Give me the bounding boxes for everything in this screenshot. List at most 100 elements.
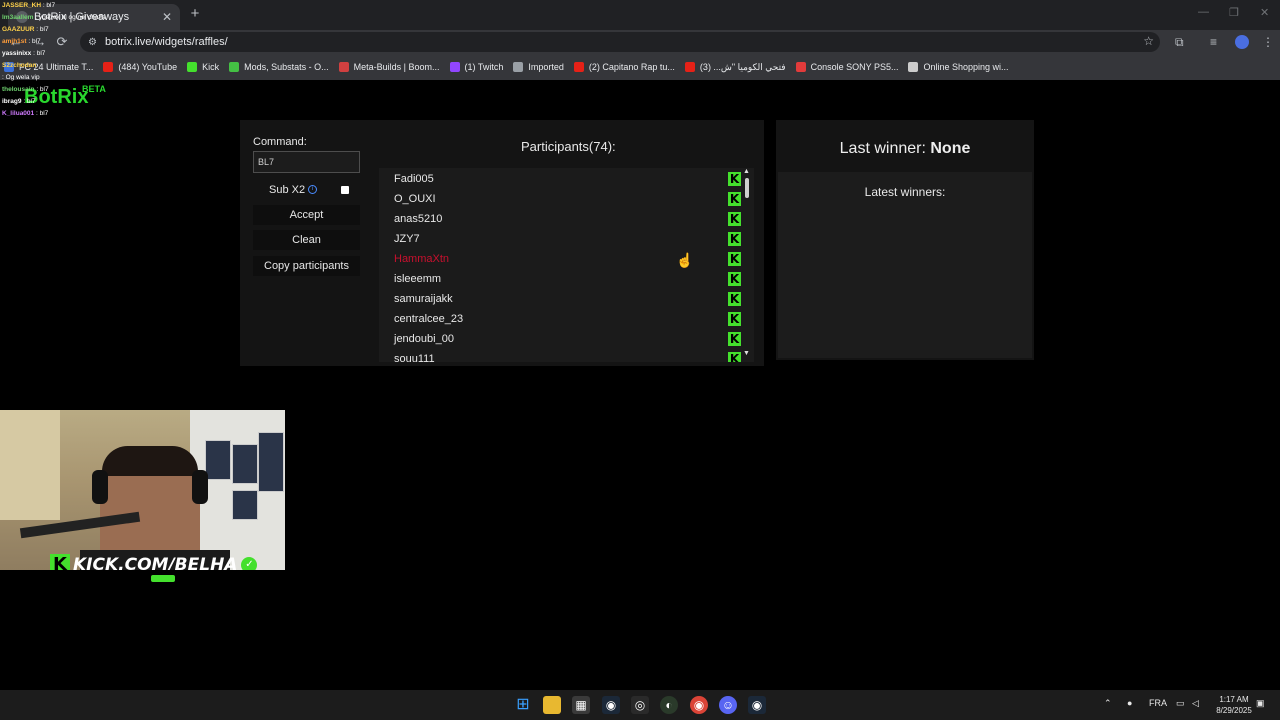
steam-icon[interactable]: ◉ <box>748 696 766 714</box>
chat-username: yassinixx <box>2 50 32 57</box>
scrollbar-thumb[interactable] <box>745 178 749 198</box>
last-winner-label: Last winner: <box>839 140 926 157</box>
bookmark-icon <box>908 62 919 72</box>
sub-x2-label: Sub X2 <box>269 184 306 196</box>
bookmark-item[interactable]: Imported <box>513 62 564 72</box>
new-tab-button[interactable]: + <box>188 6 202 22</box>
streamer-hair <box>102 446 198 476</box>
participant-row[interactable]: souu111 K <box>394 350 746 362</box>
participant-name: HammaXtn <box>394 253 450 265</box>
scroll-up-icon[interactable]: ▲ <box>743 168 750 175</box>
info-icon[interactable]: i <box>308 185 317 194</box>
participant-name: samuraijakk <box>394 293 453 305</box>
headset-left <box>92 470 108 504</box>
chat-text: : bl7 <box>26 38 41 45</box>
tab-close-icon[interactable]: ✕ <box>162 10 172 24</box>
participant-row[interactable]: Fadi005 K <box>394 170 746 190</box>
copy-participants-button[interactable]: Copy participants <box>253 256 360 276</box>
address-bar[interactable]: ⚙ botrix.live/widgets/raffles/ ☆ <box>80 32 1160 52</box>
windows-start-icon[interactable]: ⊞ <box>514 696 532 714</box>
participant-row[interactable]: centralcee_23 K <box>394 310 746 330</box>
chat-message: K_lilua001 : bl7 <box>2 108 162 120</box>
bookmark-item[interactable]: Mods, Substats - O... <box>229 62 329 72</box>
bookmark-label: Console SONY PS5... <box>810 62 899 72</box>
participant-name: souu111 <box>394 353 435 362</box>
participant-row[interactable]: anas5210 K <box>394 210 746 230</box>
kick-platform-icon: K <box>728 192 741 206</box>
microphone-icon[interactable]: ● <box>1127 698 1132 708</box>
clean-button[interactable]: Clean <box>253 230 360 250</box>
bookmark-item[interactable]: (1) Twitch <box>449 62 503 72</box>
bookmark-item[interactable]: Console SONY PS5... <box>795 62 899 72</box>
webcam-poster <box>258 432 284 492</box>
chat-username: ibrag9 <box>2 98 22 105</box>
bookmark-item[interactable]: فتحي الكوميا "ش... (3) <box>684 61 786 73</box>
chat-text: : bl7 <box>34 26 49 33</box>
discord-icon[interactable]: ☺ <box>719 696 737 714</box>
bookmark-icon <box>573 62 584 72</box>
participant-name: centralcee_23 <box>394 313 464 325</box>
chat-username: K_lilua001 <box>2 110 35 117</box>
menu-icon[interactable]: ⋮ <box>1262 35 1274 49</box>
participant-row[interactable]: samuraijakk K <box>394 290 746 310</box>
steam-icon[interactable]: ◉ <box>602 696 620 714</box>
chat-text: : bl7 <box>34 110 49 117</box>
kick-channel-url: KICK.COM/BELHA <box>73 555 238 570</box>
media-icon[interactable]: ≡ <box>1210 35 1217 49</box>
bookmark-star-icon[interactable]: ☆ <box>1143 34 1154 48</box>
notifications-icon[interactable]: ▣ <box>1256 698 1265 709</box>
close-window-icon[interactable]: ✕ <box>1260 6 1269 19</box>
language-indicator[interactable]: FRA <box>1149 698 1167 708</box>
participant-row[interactable]: jendoubi_00 K <box>394 330 746 350</box>
chat-text: : bl7 <box>34 86 49 93</box>
participant-name: anas5210 <box>394 213 443 225</box>
bookmark-item[interactable]: Kick <box>187 62 219 72</box>
chat-message: : Og wela vip <box>2 72 162 84</box>
kick-platform-icon: K <box>728 252 741 266</box>
webcam-curtain <box>0 410 60 520</box>
bookmark-item[interactable]: (2) Capitano Rap tu... <box>573 62 675 72</box>
network-icon[interactable]: ▭ <box>1176 698 1185 709</box>
bookmark-icon <box>338 62 349 72</box>
restore-icon[interactable]: ❐ <box>1229 6 1239 19</box>
participant-row[interactable]: isleeemm K <box>394 270 746 290</box>
chat-username: amjh1st <box>2 38 27 45</box>
latest-winners-label: Latest winners: <box>864 185 946 199</box>
taskbar-clock[interactable]: 1:17 AM 8/29/2025 <box>1212 694 1256 716</box>
bookmark-item[interactable]: Online Shopping wi... <box>908 62 1009 72</box>
store-icon[interactable]: ▦ <box>572 696 590 714</box>
bookmark-icon <box>187 62 198 72</box>
command-input[interactable] <box>253 151 360 173</box>
webcam-overlay: K KICK.COM/BELHA ✓ <box>0 410 285 570</box>
participant-row[interactable]: JZY7 K <box>394 230 746 250</box>
sub-x2-checkbox[interactable] <box>341 186 349 194</box>
last-winner: Last winner: None <box>776 140 1034 158</box>
accept-button[interactable]: Accept <box>253 205 360 225</box>
extensions-icon[interactable]: ⧉ <box>1175 35 1184 50</box>
volume-icon[interactable]: ◁ <box>1192 698 1199 709</box>
live-tag <box>151 575 175 582</box>
kick-platform-icon: K <box>728 352 741 362</box>
chrome-icon[interactable]: ◉ <box>690 696 708 714</box>
verified-check-icon: ✓ <box>241 557 258 570</box>
scroll-down-icon[interactable]: ▼ <box>743 350 750 357</box>
bookmark-item[interactable]: Meta-Builds | Boom... <box>338 62 440 72</box>
bookmark-label: فتحي الكوميا "ش... (3) <box>699 61 786 72</box>
winners-panel: Last winner: None Latest winners: <box>776 120 1034 360</box>
tray-chevron-icon[interactable]: ⌃ <box>1104 698 1112 709</box>
bookmark-icon <box>684 62 695 72</box>
participant-row[interactable]: O_OUXI K <box>394 190 746 210</box>
bookmark-icon <box>513 62 524 72</box>
profile-avatar[interactable] <box>1235 35 1249 49</box>
page-content: BotRix BETA Command: Sub X2 i Accept Cle… <box>0 80 1280 690</box>
participants-list[interactable]: Fadi005 K O_OUXI Kanas5210 K JZY7 K HammaXtn Kis… <box>379 168 754 362</box>
command-label: Command: <box>253 136 307 148</box>
browser-tab-bar: BotRix | Giveaways ✕ + — ❐ ✕ <box>0 0 1280 30</box>
app-icon[interactable]: ◐ <box>660 696 678 714</box>
kick-platform-icon: K <box>728 232 741 246</box>
minimize-icon[interactable]: — <box>1198 6 1209 18</box>
participants-scrollbar[interactable]: ▲ ▼ <box>743 168 752 362</box>
obs-icon[interactable]: ◎ <box>631 696 649 714</box>
file-explorer-icon[interactable] <box>543 696 561 714</box>
bookmark-label: (2) Capitano Rap tu... <box>588 62 675 72</box>
